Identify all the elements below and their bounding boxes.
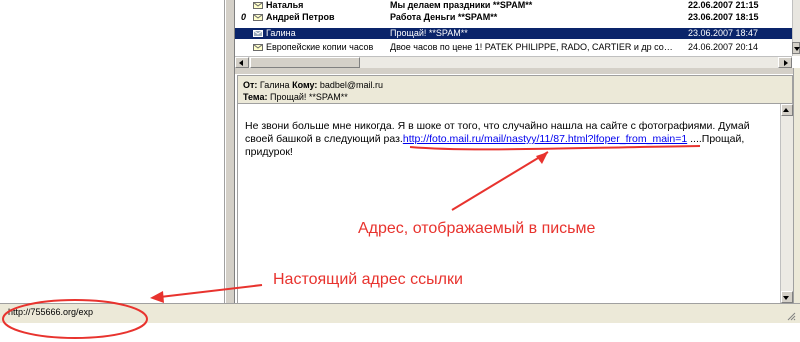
annotation-real-address: Настоящий адрес ссылки <box>273 271 463 288</box>
scroll-down-button[interactable] <box>781 291 793 303</box>
scroll-down-button[interactable] <box>792 42 800 54</box>
envelope-icon <box>253 30 263 37</box>
message-body-text: Не звони больше мне никогда. Я в шоке от… <box>245 120 775 159</box>
message-row[interactable]: Наталья Мы делаем праздники **SPAM** 22.06… <box>235 0 792 11</box>
message-list-horizontal-scrollbar[interactable] <box>235 56 792 68</box>
message-date: 24.06.2007 20:14 <box>688 42 759 52</box>
message-list[interactable]: Наталья Мы делаем праздники **SPAM** 22.06… <box>235 0 792 56</box>
arrow-left-icon <box>239 60 243 66</box>
message-subject: Прощай! **SPAM** <box>390 28 468 38</box>
right-edge-panel <box>793 68 800 303</box>
message-date: 23.06.2007 18:47 <box>688 28 759 38</box>
subject-value: Прощай! **SPAM** <box>270 92 348 102</box>
message-row[interactable]: Галина Прощай! **SPAM** 23.06.2007 18:47 <box>235 28 792 39</box>
message-row[interactable]: 0 Андрей Петров Работа Деньги **SPAM** 23.0… <box>235 12 792 23</box>
message-from: Галина <box>266 28 296 38</box>
status-bar-url: http://755666.org/exp <box>8 307 94 317</box>
message-from: Андрей Петров <box>266 12 335 22</box>
arrow-down-icon <box>794 47 800 51</box>
pane-splitter[interactable] <box>225 0 235 303</box>
message-date: 23.06.2007 18:15 <box>688 12 759 22</box>
attachment-icon: 0 <box>241 12 247 22</box>
from-value: Галина <box>259 80 290 90</box>
annotation-displayed-address: Адрес, отображаемый в письме <box>358 220 596 237</box>
message-date: 22.06.2007 21:15 <box>688 0 759 10</box>
bottom-margin <box>0 323 800 342</box>
to-label: Кому: <box>292 80 318 90</box>
subject-label: Тема: <box>243 92 268 102</box>
message-subject: Работа Деньги **SPAM** <box>390 12 498 22</box>
message-from: Наталья <box>266 0 304 10</box>
scrollbar-thumb[interactable] <box>250 57 360 68</box>
scroll-up-button[interactable] <box>781 104 793 116</box>
preview-header: От: Галина Кому: badbel@mail.ru Тема: Пр… <box>237 75 793 104</box>
preview-from-line: От: Галина Кому: badbel@mail.ru <box>243 79 787 91</box>
to-value: badbel@mail.ru <box>319 80 384 90</box>
preview-subject-line: Тема: Прощай! **SPAM** <box>243 91 787 103</box>
arrow-up-icon <box>783 108 789 112</box>
preview-vertical-scrollbar[interactable] <box>780 104 793 303</box>
message-link[interactable]: http://foto.mail.ru/mail/nastyy/11/87.ht… <box>403 133 687 145</box>
envelope-icon <box>253 14 263 21</box>
status-bar <box>0 303 800 323</box>
arrow-down-icon <box>783 296 789 300</box>
arrow-right-icon <box>784 60 788 66</box>
resize-grip-icon[interactable] <box>786 311 796 321</box>
message-subject: Двое часов по цене 1! PATEK PHILIPPE, RA… <box>390 42 673 52</box>
pane-divider[interactable] <box>235 68 800 74</box>
scroll-left-button[interactable] <box>235 57 249 68</box>
envelope-icon <box>253 2 263 9</box>
message-subject: Мы делаем праздники **SPAM** <box>390 0 533 10</box>
envelope-icon <box>253 44 263 51</box>
folder-panel[interactable] <box>0 0 225 303</box>
message-from: Европейские копии часов <box>266 42 374 52</box>
message-row[interactable]: Европейские копии часов Двое часов по цен… <box>235 42 792 53</box>
from-label: От: <box>243 80 258 90</box>
scroll-right-button[interactable] <box>778 57 792 68</box>
